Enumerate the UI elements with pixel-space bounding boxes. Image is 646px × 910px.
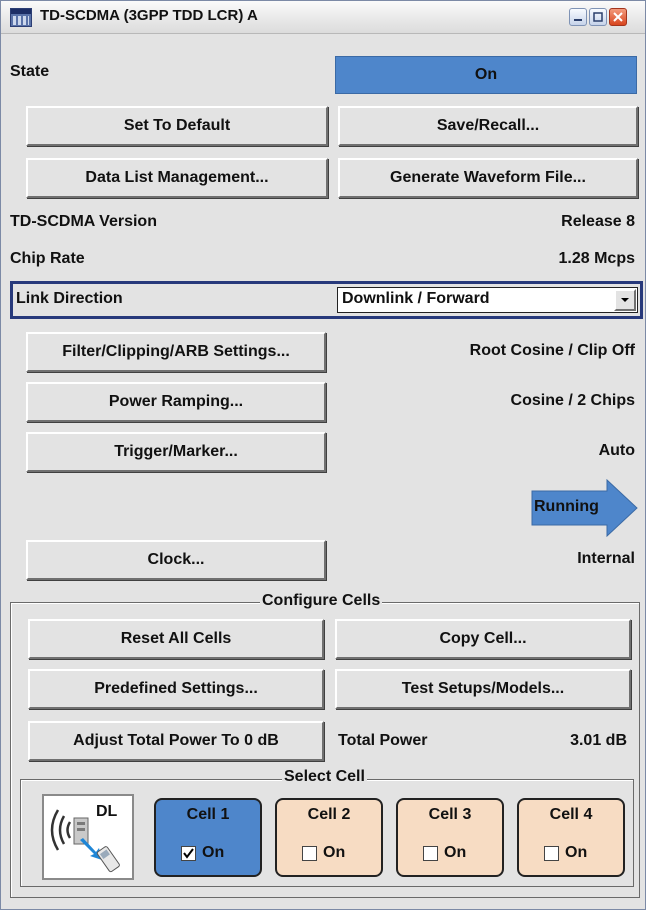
minimize-icon bbox=[574, 19, 582, 21]
cell-1-tile[interactable]: Cell 1 On bbox=[154, 798, 262, 877]
cell-3-tile[interactable]: Cell 3 On bbox=[396, 798, 504, 877]
chip-rate-value: 1.28 Mcps bbox=[558, 250, 635, 267]
configure-cells-title: Configure Cells bbox=[260, 592, 383, 610]
cell-2-tile[interactable]: Cell 2 On bbox=[275, 798, 383, 877]
trigger-marker-button[interactable]: Trigger/Marker... bbox=[26, 432, 326, 472]
predefined-settings-button[interactable]: Predefined Settings... bbox=[28, 669, 324, 709]
total-power-label: Total Power bbox=[338, 732, 428, 749]
link-direction-value: Downlink / Forward bbox=[342, 290, 490, 307]
adjust-total-power-button[interactable]: Adjust Total Power To 0 dB bbox=[28, 721, 324, 761]
maximize-button[interactable] bbox=[589, 8, 607, 26]
td-scdma-window: TD-SCDMA (3GPP TDD LCR) A State On Set T… bbox=[0, 0, 646, 910]
checkmark-icon bbox=[183, 848, 194, 859]
state-toggle[interactable]: On bbox=[335, 56, 637, 94]
state-label: State bbox=[10, 63, 50, 80]
base-station-to-phone-icon: DL bbox=[50, 803, 120, 873]
chevron-down-icon bbox=[621, 298, 629, 302]
cell-2-on-label: On bbox=[323, 844, 346, 861]
dl-text: DL bbox=[96, 803, 118, 820]
data-list-management-button[interactable]: Data List Management... bbox=[26, 158, 328, 198]
filter-value: Root Cosine / Clip Off bbox=[469, 342, 635, 359]
version-value: Release 8 bbox=[561, 213, 635, 230]
power-ramping-button[interactable]: Power Ramping... bbox=[26, 382, 326, 422]
cell-4-on-label: On bbox=[565, 844, 588, 861]
cell-1-checkbox[interactable] bbox=[181, 846, 196, 861]
clock-value: Internal bbox=[577, 550, 635, 567]
downlink-icon: DL bbox=[42, 794, 134, 880]
cell-2-checkbox[interactable] bbox=[302, 846, 317, 861]
save-recall-button[interactable]: Save/Recall... bbox=[338, 106, 638, 146]
select-cell-title: Select Cell bbox=[282, 768, 367, 786]
cell-4-checkbox[interactable] bbox=[544, 846, 559, 861]
cell-1-on-label: On bbox=[202, 844, 225, 861]
running-indicator: Running bbox=[531, 478, 639, 542]
reset-all-cells-button[interactable]: Reset All Cells bbox=[28, 619, 324, 659]
app-grid-icon bbox=[10, 8, 32, 27]
cell-3-on-label: On bbox=[444, 844, 467, 861]
dropdown-button[interactable] bbox=[614, 289, 636, 311]
cell-4-tile[interactable]: Cell 4 On bbox=[517, 798, 625, 877]
link-direction-select[interactable]: Downlink / Forward bbox=[337, 287, 638, 313]
minimize-button[interactable] bbox=[569, 8, 587, 26]
close-button[interactable] bbox=[609, 8, 627, 26]
close-icon bbox=[613, 12, 623, 22]
cell-3-checkbox[interactable] bbox=[423, 846, 438, 861]
power-ramping-value: Cosine / 2 Chips bbox=[510, 392, 635, 409]
test-setups-models-button[interactable]: Test Setups/Models... bbox=[335, 669, 631, 709]
copy-cell-button[interactable]: Copy Cell... bbox=[335, 619, 631, 659]
cell-2-name: Cell 2 bbox=[307, 806, 351, 823]
generate-waveform-file-button[interactable]: Generate Waveform File... bbox=[338, 158, 638, 198]
chip-rate-label: Chip Rate bbox=[10, 250, 85, 267]
window-title: TD-SCDMA (3GPP TDD LCR) A bbox=[40, 7, 258, 24]
title-bar[interactable]: TD-SCDMA (3GPP TDD LCR) A bbox=[1, 1, 645, 34]
running-label: Running bbox=[534, 498, 599, 515]
cell-3-name: Cell 3 bbox=[428, 806, 472, 823]
version-label: TD-SCDMA Version bbox=[10, 213, 157, 230]
clock-button[interactable]: Clock... bbox=[26, 540, 326, 580]
filter-clipping-arb-button[interactable]: Filter/Clipping/ARB Settings... bbox=[26, 332, 326, 372]
total-power-value: 3.01 dB bbox=[570, 732, 627, 749]
trigger-value: Auto bbox=[598, 442, 635, 459]
maximize-icon bbox=[593, 12, 603, 22]
set-to-default-button[interactable]: Set To Default bbox=[26, 106, 328, 146]
cell-1-name: Cell 1 bbox=[186, 806, 230, 823]
cell-4-name: Cell 4 bbox=[549, 806, 593, 823]
link-direction-label: Link Direction bbox=[16, 290, 123, 307]
